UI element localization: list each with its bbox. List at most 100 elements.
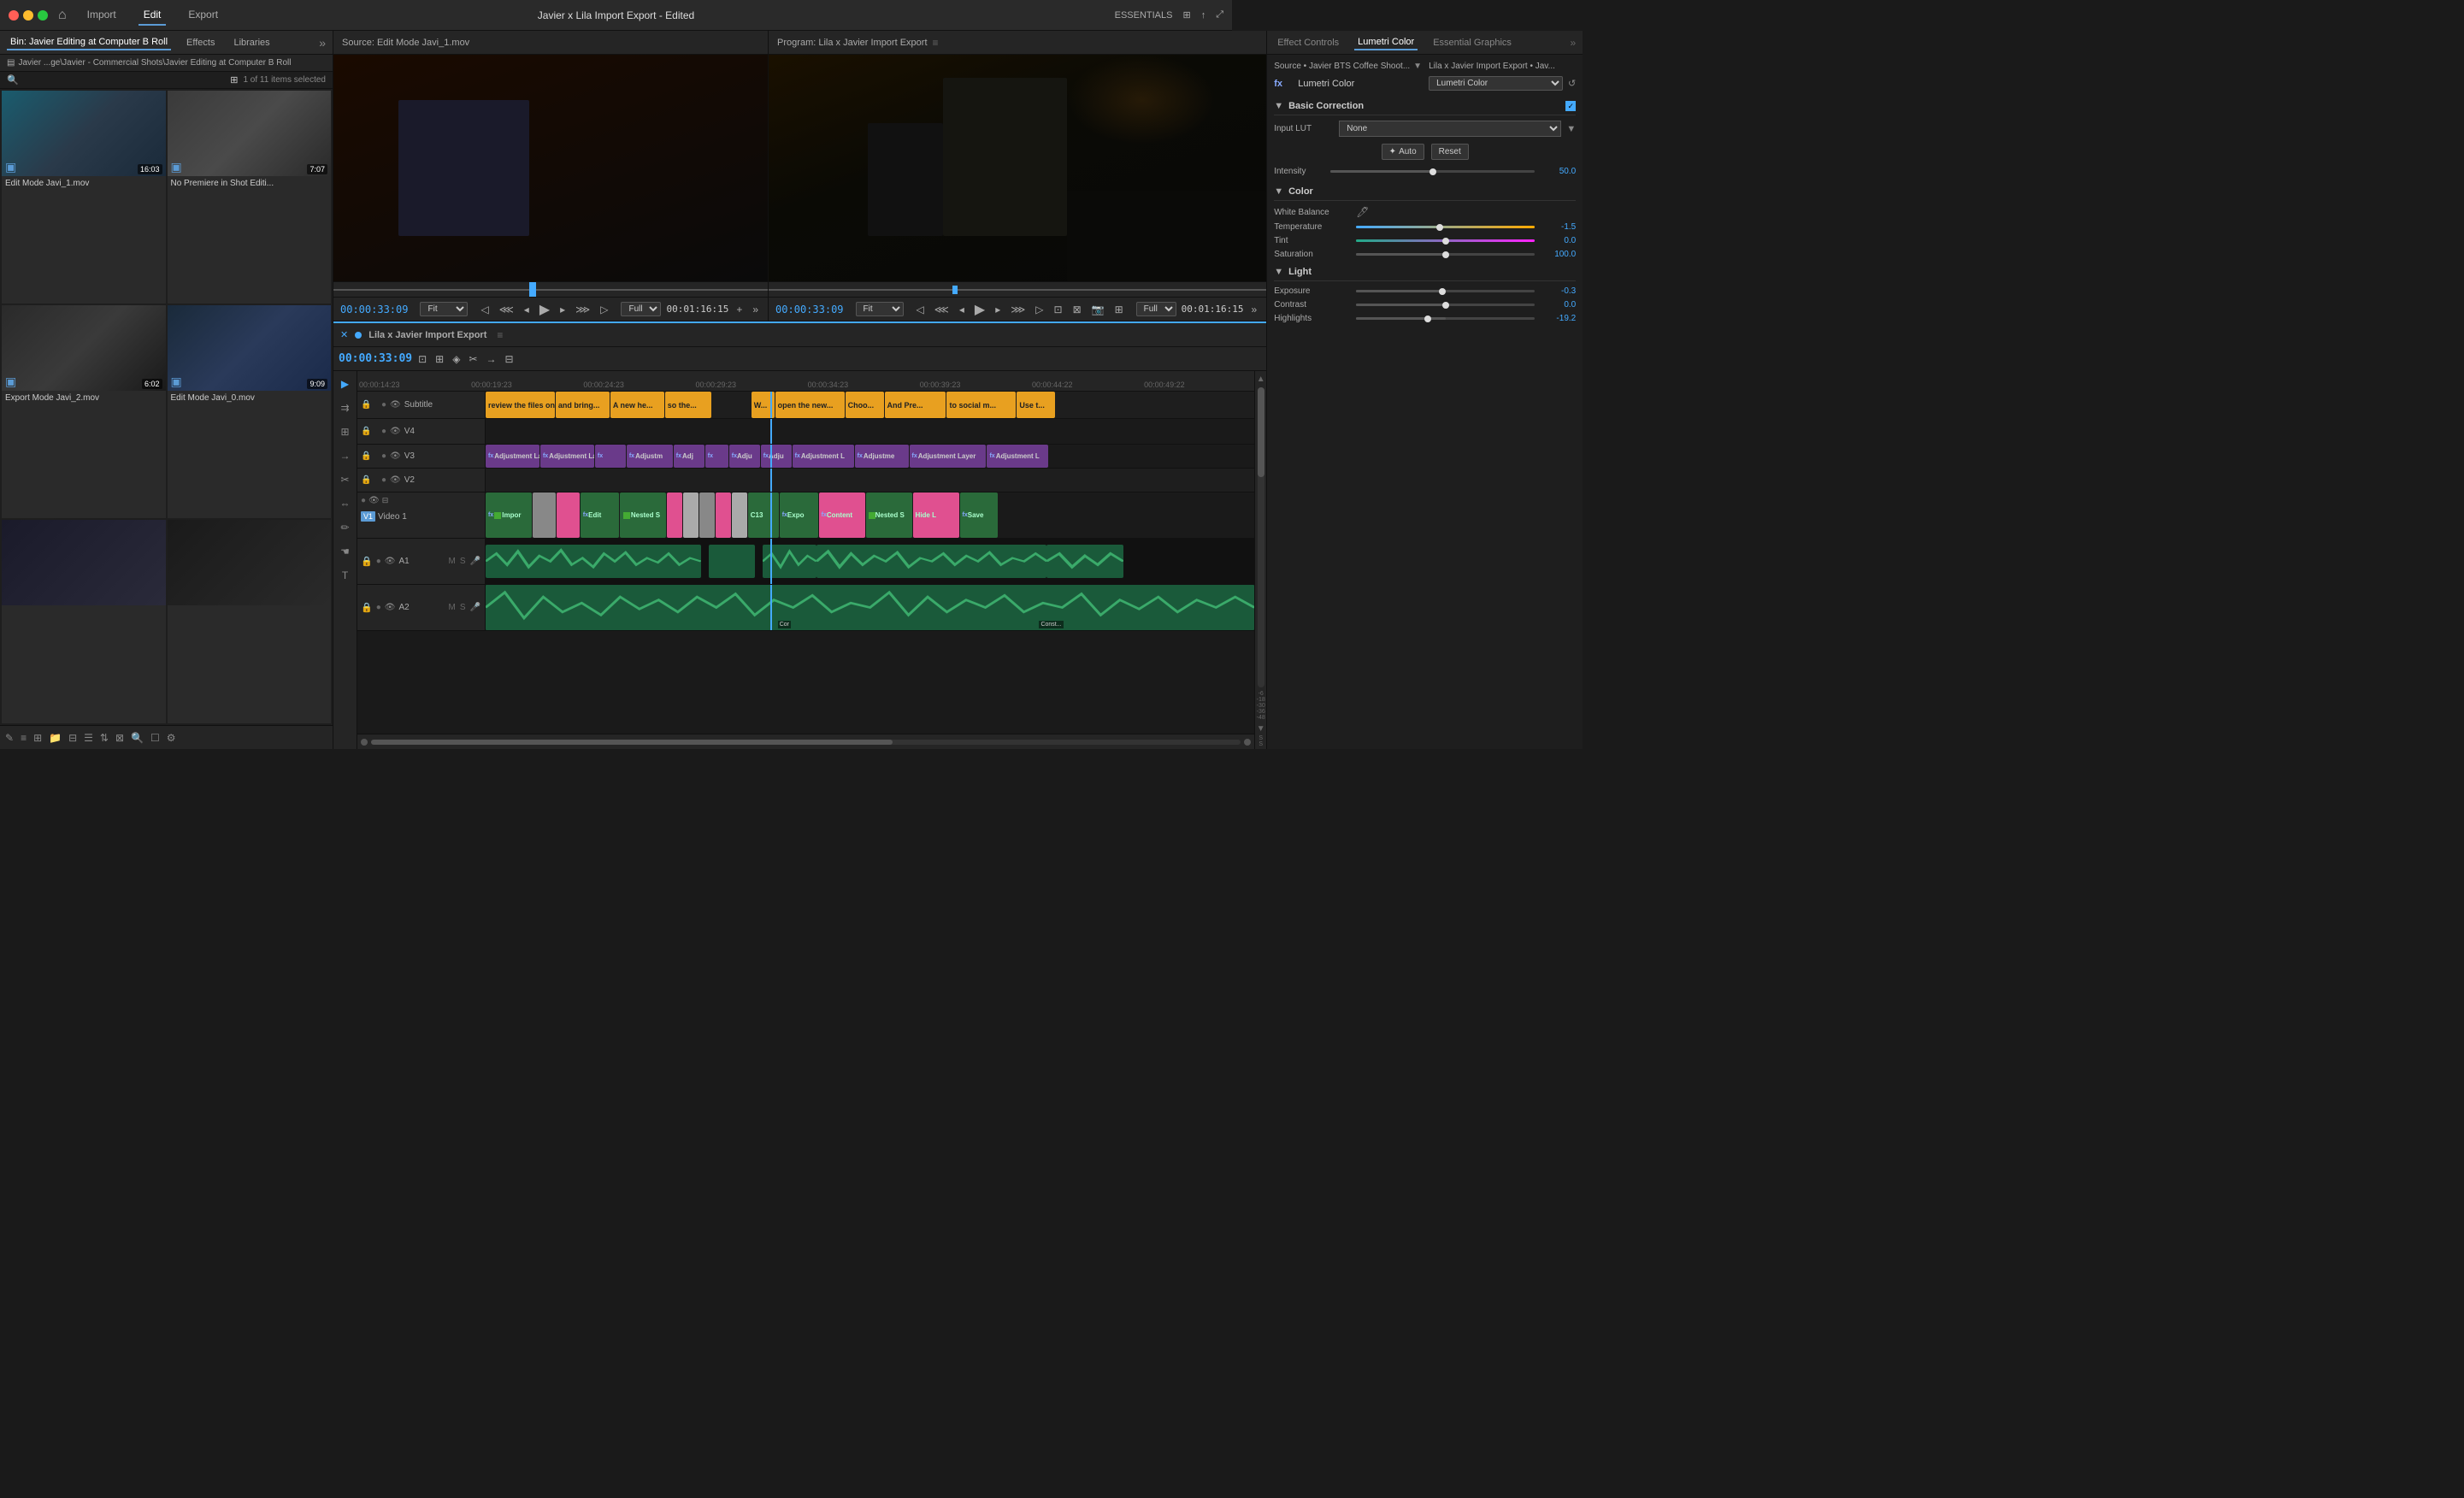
v1-clip-content[interactable]: fxContent — [819, 492, 865, 538]
adj-clip-12[interactable]: fxAdjustment L — [987, 445, 1048, 468]
a2-m-btn[interactable]: M — [448, 602, 457, 613]
pencil-icon[interactable]: ✎ — [5, 732, 14, 744]
v1-clip-6[interactable] — [667, 492, 682, 538]
close-button[interactable] — [9, 10, 19, 21]
workspace-icon[interactable]: ⊞ — [1182, 9, 1190, 21]
adj-clip-5[interactable]: fxAdj — [674, 445, 704, 468]
vscroll-down[interactable]: ▼ — [1255, 722, 1266, 735]
v1-clip-save[interactable]: fxSave — [960, 492, 999, 538]
v1-clip-nested2[interactable]: Nested S — [866, 492, 912, 538]
v4-eye[interactable]: 👁 — [390, 427, 401, 436]
v1-clip-7[interactable] — [683, 492, 699, 538]
source-timecode-in[interactable]: 00:00:33:09 — [340, 304, 408, 316]
reset-button[interactable]: Reset — [1431, 144, 1469, 160]
folder-icon[interactable]: 📁 — [49, 732, 62, 744]
track-content-c1[interactable]: review the files on ... and bring... A n… — [486, 392, 1254, 418]
a2-lock[interactable]: 🔒 — [361, 602, 373, 613]
auto-button[interactable]: ✦ Auto — [1382, 144, 1424, 160]
vscroll-up[interactable]: ▲ — [1255, 373, 1266, 386]
saturation-slider[interactable] — [1356, 253, 1535, 256]
intensity-slider[interactable] — [1330, 170, 1535, 173]
list-view-icon[interactable]: ☰ — [84, 732, 93, 744]
tool-track-select[interactable]: → — [336, 446, 355, 465]
track-content-v1[interactable]: fx Impor fxEdit Nested S — [486, 492, 1254, 538]
tl-btn-link[interactable]: ⊞ — [433, 351, 446, 367]
tool-slip[interactable]: ⇔ — [336, 494, 355, 513]
intensity-thumb[interactable] — [1429, 168, 1436, 175]
settings-icon[interactable]: ⚙ — [167, 732, 176, 744]
btn-step-fwd2[interactable]: ⋙ — [573, 302, 592, 317]
tint-slider[interactable] — [1356, 239, 1535, 242]
a1-eye[interactable]: 👁 — [385, 557, 396, 566]
program-scrubbar[interactable] — [769, 281, 1266, 297]
tl-btn-ripple[interactable]: ⊟ — [503, 351, 516, 367]
timeline-menu-icon[interactable]: ≡ — [497, 329, 503, 341]
scroll-thumb[interactable] — [371, 740, 893, 745]
clip-subtitle-4[interactable]: so the... — [665, 392, 711, 418]
adj-clip-6[interactable]: fx — [705, 445, 728, 468]
home-icon[interactable]: ⌂ — [58, 8, 67, 23]
v1-eye[interactable]: 👁 — [368, 496, 380, 505]
adj-clip-8[interactable]: fxAdju — [761, 445, 792, 468]
nav-import[interactable]: Import — [82, 5, 121, 26]
list-item[interactable]: ▣ 6:02 Export Mode Javi_2.mov — [2, 305, 166, 518]
timeline-scrollbar[interactable] — [357, 734, 1254, 749]
adj-clip-1[interactable]: fxAdjustment La — [486, 445, 539, 468]
a1-record[interactable]: ● — [376, 557, 381, 566]
a1-mic-icon[interactable]: 🎤 — [469, 556, 481, 567]
section-basic-correction[interactable]: ▼ Basic Correction ✓ — [1274, 97, 1576, 115]
search-input[interactable] — [24, 75, 226, 86]
tool-pen[interactable]: ✏ — [336, 518, 355, 537]
highlights-slider[interactable] — [1356, 317, 1535, 320]
highlights-thumb[interactable] — [1424, 316, 1431, 322]
tab-effect-controls[interactable]: Effect Controls — [1274, 36, 1342, 50]
v1-clip-2[interactable] — [533, 492, 556, 538]
fx-reset-icon[interactable]: ↺ — [1568, 78, 1576, 89]
contrast-value[interactable]: 0.0 — [1540, 300, 1576, 310]
list-item[interactable] — [2, 520, 166, 723]
program-timecode-in[interactable]: 00:00:33:09 — [775, 304, 843, 316]
clip-subtitle-3[interactable]: A new he... — [610, 392, 664, 418]
grid-view-icon[interactable]: ⊞ — [230, 74, 238, 86]
timeline-timecode[interactable]: 00:00:33:09 — [339, 352, 412, 365]
section-color[interactable]: ▼ Color — [1274, 183, 1576, 201]
program-video[interactable] — [769, 55, 1266, 281]
v1-clip-1[interactable]: fx Impor — [486, 492, 532, 538]
vscroll-thumb[interactable] — [1258, 387, 1264, 477]
v1-clip-10[interactable] — [732, 492, 747, 538]
source-quality-dropdown[interactable]: Full 1/2 — [621, 302, 661, 316]
prog-btn-step-fwd2[interactable]: ⋙ — [1008, 302, 1028, 317]
intensity-value[interactable]: 50.0 — [1540, 167, 1576, 176]
input-lut-select[interactable]: None — [1339, 121, 1561, 137]
v1-clip-4[interactable]: fxEdit — [581, 492, 619, 538]
prog-btn-step-fwd[interactable]: ▸ — [993, 302, 1003, 317]
tl-btn-snap[interactable]: ⊡ — [416, 351, 429, 367]
tool-forward[interactable]: ⇉ — [336, 398, 355, 417]
exposure-slider[interactable] — [1356, 290, 1535, 292]
btn-mark-out[interactable]: ▷ — [598, 302, 610, 317]
tab-essential-graphics[interactable]: Essential Graphics — [1429, 36, 1515, 50]
tool-text[interactable]: T — [336, 566, 355, 585]
columns-icon[interactable]: ⊠ — [115, 732, 124, 744]
v3-eye[interactable]: 👁 — [390, 451, 401, 461]
tab-bin[interactable]: Bin: Javier Editing at Computer B Roll — [7, 35, 171, 50]
eyedropper-icon[interactable]: 🖊 — [1356, 206, 1369, 218]
program-quality-dropdown[interactable]: Full 1/2 — [1136, 302, 1176, 316]
vertical-scroll[interactable]: ▲ -6-18-30-36-48 ▼ SS — [1254, 371, 1266, 749]
list-item[interactable]: ▣ 7:07 No Premiere in Shot Editi... — [168, 91, 332, 304]
fx-preset-dropdown[interactable]: Lumetri Color — [1429, 76, 1563, 91]
maximize-button[interactable] — [38, 10, 48, 21]
nav-export[interactable]: Export — [183, 5, 223, 26]
a2-mic-icon[interactable]: 🎤 — [469, 602, 481, 613]
v1-sync[interactable]: ⊟ — [382, 496, 389, 505]
v1-record[interactable]: ● — [361, 496, 366, 505]
a1-lock[interactable]: 🔒 — [361, 556, 373, 567]
temperature-value[interactable]: -1.5 — [1540, 222, 1576, 232]
exposure-thumb[interactable] — [1439, 288, 1446, 295]
a2-eye[interactable]: 👁 — [385, 603, 396, 612]
search-icon[interactable]: 🔍 — [131, 732, 144, 744]
prog-btn-play-back[interactable]: ◂ — [957, 302, 967, 317]
btn-play[interactable]: ▶ — [537, 299, 552, 320]
btn-step-back[interactable]: ⋘ — [497, 302, 516, 317]
tl-btn-razor[interactable]: ✂ — [466, 351, 480, 367]
